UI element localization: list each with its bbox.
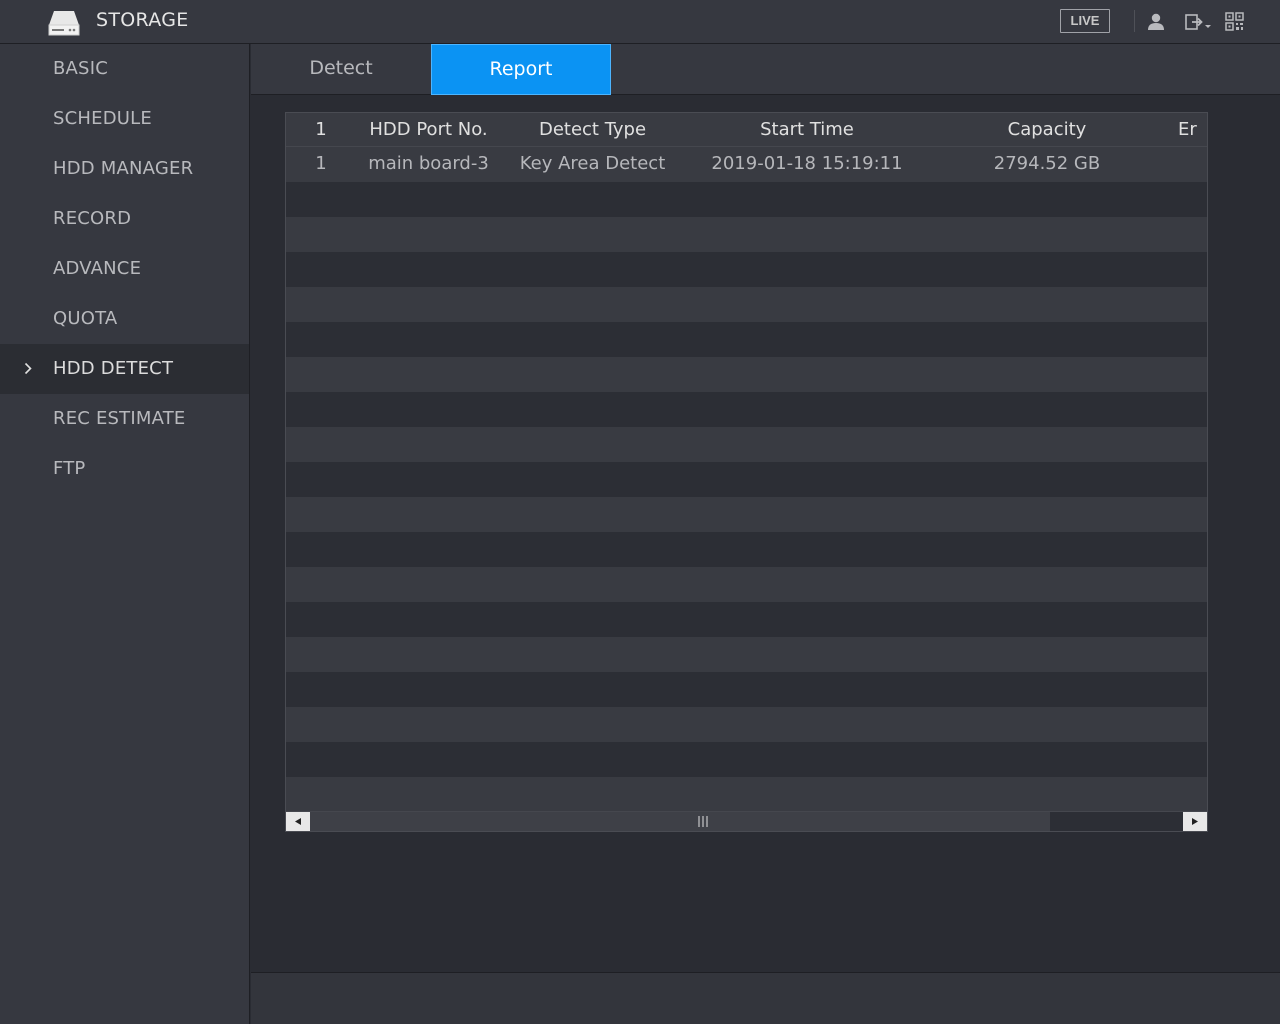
sidebar-item-label: BASIC <box>53 58 108 79</box>
sidebar-item-rec-estimate[interactable]: REC ESTIMATE <box>0 394 249 444</box>
page-title: STORAGE <box>96 9 189 31</box>
table-row-empty <box>286 217 1207 252</box>
topbar-divider <box>1134 10 1135 32</box>
sidebar-item-schedule[interactable]: SCHEDULE <box>0 94 249 144</box>
sidebar-item-label: ADVANCE <box>53 258 142 279</box>
column-header-detect-type[interactable]: Detect Type <box>501 113 684 147</box>
cell-capacity: 2794.52 GB <box>993 153 1101 174</box>
scrollbar-thumb[interactable] <box>310 812 1050 831</box>
table-row-empty <box>286 777 1207 812</box>
cell-index: 1 <box>315 153 327 174</box>
sidebar-item-record[interactable]: RECORD <box>0 194 249 244</box>
top-bar: STORAGE LIVE <box>0 0 1280 44</box>
sidebar-item-label: FTP <box>53 458 86 479</box>
footer-bar <box>251 973 1280 1024</box>
table-row-empty <box>286 567 1207 602</box>
column-header-hdd-port[interactable]: HDD Port No. <box>356 113 501 147</box>
table-header: 1 HDD Port No. Detect Type Start Time Ca… <box>286 113 1207 147</box>
grip-icon <box>698 816 708 827</box>
sidebar-item-label: REC ESTIMATE <box>53 408 186 429</box>
sidebar-item-label: RECORD <box>53 208 132 229</box>
sidebar-item-basic[interactable]: BASIC <box>0 44 249 94</box>
cell-start-time: 2019-01-18 15:19:11 <box>711 153 903 174</box>
sidebar-item-label: HDD DETECT <box>53 358 174 379</box>
table-row-empty <box>286 287 1207 322</box>
table-row-empty <box>286 707 1207 742</box>
report-table: 1 HDD Port No. Detect Type Start Time Ca… <box>285 112 1208 832</box>
column-header-capacity[interactable]: Capacity <box>930 113 1164 147</box>
live-button[interactable]: LIVE <box>1060 9 1110 33</box>
table-body: 1 main board-3 Key Area Detect 2019-01-1… <box>286 147 1207 812</box>
scroll-right-icon[interactable] <box>1183 812 1207 831</box>
sidebar: BASIC SCHEDULE HDD MANAGER RECORD ADVANC… <box>0 44 250 1024</box>
sidebar-item-quota[interactable]: QUOTA <box>0 294 249 344</box>
table-row-empty <box>286 497 1207 532</box>
chevron-right-icon <box>24 362 32 375</box>
table-row-empty <box>286 532 1207 567</box>
tab-report[interactable]: Report <box>431 44 611 95</box>
sidebar-item-advance[interactable]: ADVANCE <box>0 244 249 294</box>
table-row-empty <box>286 427 1207 462</box>
logout-icon[interactable] <box>1184 12 1214 32</box>
horizontal-scrollbar[interactable] <box>286 811 1207 831</box>
hdd-icon <box>48 11 80 36</box>
table-row-empty <box>286 357 1207 392</box>
sidebar-item-ftp[interactable]: FTP <box>0 444 249 494</box>
table-row-empty <box>286 462 1207 497</box>
tab-bar: Detect Report <box>251 44 1280 95</box>
table-row-empty <box>286 252 1207 287</box>
column-header-truncated[interactable]: Er <box>1178 113 1207 147</box>
table-row[interactable]: 1 main board-3 Key Area Detect 2019-01-1… <box>286 147 1207 182</box>
cell-hdd-port: main board-3 <box>368 153 489 174</box>
sidebar-item-label: QUOTA <box>53 308 118 329</box>
sidebar-item-label: HDD MANAGER <box>53 158 194 179</box>
table-row-empty <box>286 182 1207 217</box>
table-row-empty <box>286 392 1207 427</box>
column-header-start-time[interactable]: Start Time <box>684 113 930 147</box>
cell-truncated <box>1164 147 1207 182</box>
sidebar-item-label: SCHEDULE <box>53 108 152 129</box>
table-row-empty <box>286 602 1207 637</box>
user-icon[interactable] <box>1145 12 1167 32</box>
tab-detect[interactable]: Detect <box>251 44 431 95</box>
main-content: Detect Report 1 HDD Port No. Detect Type… <box>251 44 1280 1024</box>
qr-code-icon[interactable] <box>1225 12 1247 32</box>
sidebar-item-hdd-manager[interactable]: HDD MANAGER <box>0 144 249 194</box>
cell-detect-type: Key Area Detect <box>519 153 666 174</box>
table-row-empty <box>286 672 1207 707</box>
table-row-empty <box>286 322 1207 357</box>
column-header-index[interactable]: 1 <box>286 113 356 147</box>
table-row-empty <box>286 742 1207 777</box>
sidebar-item-hdd-detect[interactable]: HDD DETECT <box>0 344 249 394</box>
scroll-left-icon[interactable] <box>286 812 310 831</box>
table-row-empty <box>286 637 1207 672</box>
